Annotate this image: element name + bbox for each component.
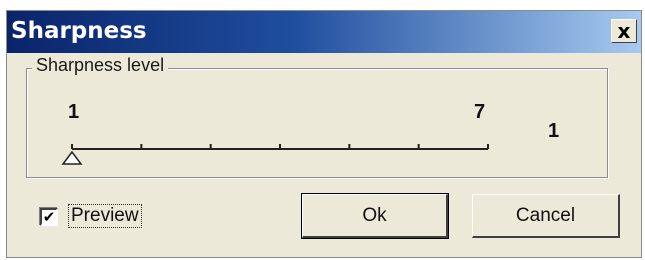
preview-checkbox[interactable]: ✔ [40,208,58,226]
slider-value-readout: 1 [548,120,560,142]
slider-thumb[interactable] [61,150,83,165]
group-label: Sharpness level [32,55,169,76]
slider-max-label: 7 [474,101,486,123]
checkmark-icon: ✔ [42,207,56,226]
close-button[interactable]: x [611,19,637,43]
title-bar[interactable]: Sharpness x [7,11,641,53]
preview-label[interactable]: Preview [68,204,142,228]
cancel-button[interactable]: Cancel [472,194,620,238]
ok-button[interactable]: Ok [301,193,449,239]
sharpness-slider[interactable] [60,122,500,172]
close-icon: x [617,19,631,43]
window-title: Sharpness [11,18,147,44]
slider-min-label: 1 [68,101,80,123]
